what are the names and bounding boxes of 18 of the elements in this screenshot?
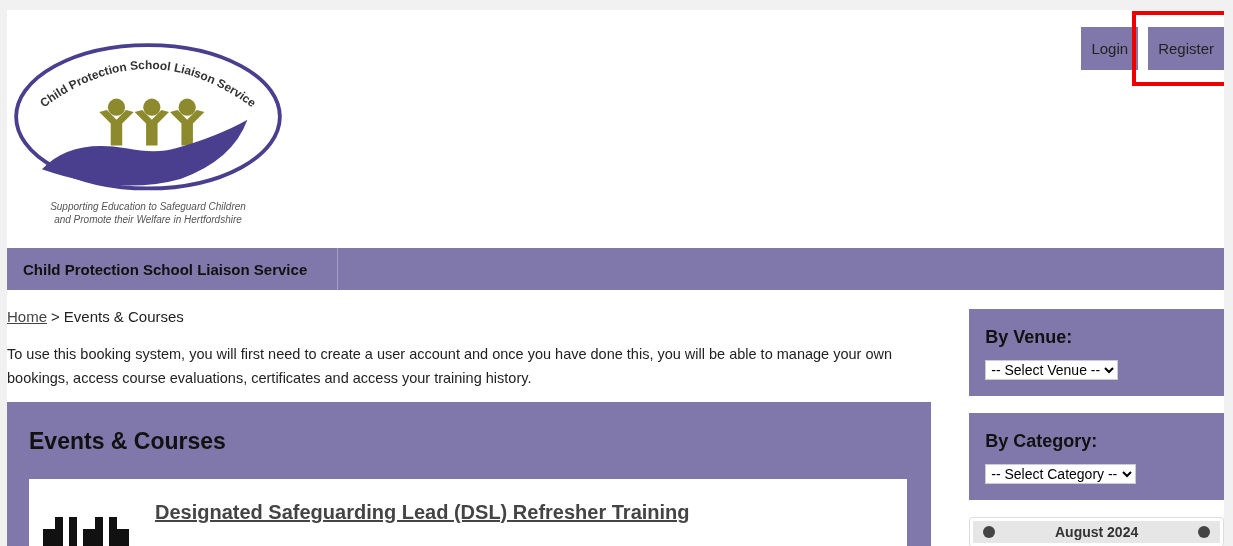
nav-item[interactable]: Child Protection School Liaison Service bbox=[7, 248, 338, 290]
breadcrumb-current: Events & Courses bbox=[63, 308, 184, 325]
login-button[interactable]: Login bbox=[1081, 27, 1139, 70]
previous-icon[interactable] bbox=[983, 526, 996, 538]
home-link[interactable]: Home bbox=[7, 308, 47, 325]
events-title: Events & Courses bbox=[29, 428, 227, 455]
next-icon[interactable] bbox=[1198, 526, 1210, 538]
breadcrumb-separator: > bbox=[51, 308, 60, 325]
calendar-month: August 2024 bbox=[1055, 524, 1139, 540]
register-button[interactable]: Register bbox=[1148, 27, 1224, 70]
logo-tagline: Supporting Education to Safeguard Children and Promote their Welfare in Hertfordshire bbox=[50, 200, 246, 226]
filter-title: By Venue: bbox=[985, 327, 1074, 348]
filter-select[interactable]: -- Select Category -- bbox=[985, 464, 1137, 484]
filter-select[interactable]: -- Select Venue -- bbox=[985, 360, 1119, 380]
course-title-link[interactable]: Designated Safeguarding Lead (DSL) Refresher Training bbox=[155, 501, 690, 546]
intro-text: To use this booking system, you will first need to create a user account and once you have done this, you will be able to manage your own bookings, access course evaluations, certificates and access your training history. bbox=[7, 345, 893, 388]
course-logo-icon bbox=[43, 515, 131, 546]
filter-title: By Category: bbox=[985, 431, 1099, 452]
